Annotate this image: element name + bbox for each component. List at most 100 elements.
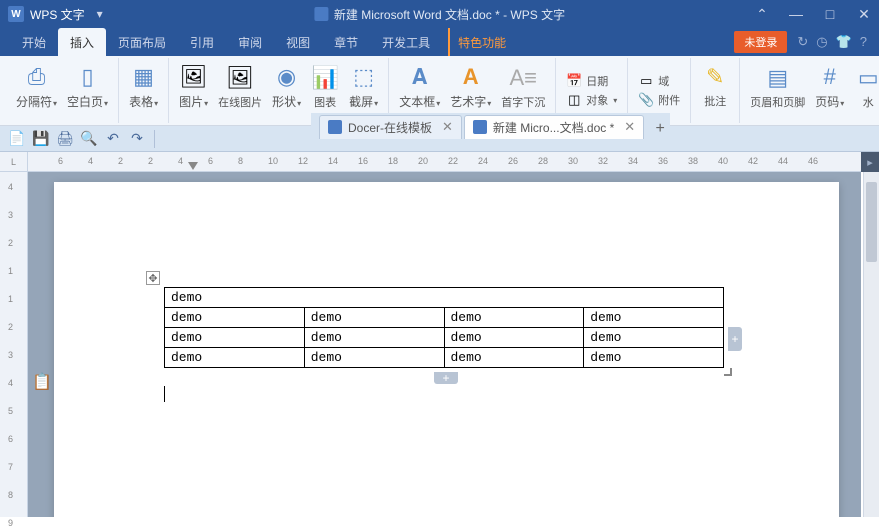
header-footer-button[interactable]: ▤页眉和页脚 bbox=[746, 62, 809, 112]
tab-close-icon[interactable]: ✕ bbox=[624, 119, 635, 135]
shirt-icon[interactable]: 👕 bbox=[836, 34, 852, 50]
table-cell[interactable]: demo bbox=[584, 308, 724, 328]
word-doc-icon bbox=[473, 120, 487, 134]
table-move-handle[interactable]: ✥ bbox=[146, 271, 160, 285]
ruler-tick: 8 bbox=[8, 490, 13, 500]
tab-document[interactable]: 新建 Micro...文档.doc * ✕ bbox=[464, 115, 644, 139]
menu-page-layout[interactable]: 页面布局 bbox=[106, 28, 178, 56]
menu-special-features[interactable]: 特色功能 bbox=[448, 28, 518, 56]
menu-chapter[interactable]: 章节 bbox=[322, 28, 370, 56]
ruler-tick: 4 bbox=[8, 182, 13, 192]
add-tab-button[interactable]: + bbox=[650, 119, 670, 139]
attachment-button[interactable]: 📎附件 bbox=[634, 91, 684, 109]
table-cell[interactable]: demo bbox=[444, 308, 584, 328]
table-cell[interactable]: demo bbox=[584, 328, 724, 348]
undo-icon[interactable]: ↶ bbox=[102, 129, 124, 149]
app-menu-dropdown[interactable]: ▾ bbox=[91, 7, 109, 21]
save-icon[interactable]: 💾 bbox=[30, 129, 52, 149]
ruler-tick: 7 bbox=[8, 462, 13, 472]
table-button[interactable]: ▦表格▾ bbox=[125, 61, 162, 112]
menu-view[interactable]: 视图 bbox=[274, 28, 322, 56]
menu-insert[interactable]: 插入 bbox=[58, 28, 106, 56]
table-cell[interactable]: demo bbox=[304, 328, 444, 348]
table-cell[interactable]: demo bbox=[444, 348, 584, 368]
menu-start[interactable]: 开始 bbox=[10, 28, 58, 56]
table-cell[interactable]: demo bbox=[165, 348, 305, 368]
table-resize-handle[interactable] bbox=[722, 366, 732, 376]
table-row[interactable]: demodemodemodemo bbox=[165, 348, 724, 368]
page-number-button[interactable]: #页码▾ bbox=[811, 61, 848, 112]
shape-button[interactable]: ◉形状▾ bbox=[268, 61, 305, 112]
document-page[interactable]: ✥ demodemodemodemodemodemodemodemodemode… bbox=[54, 182, 839, 517]
new-doc-icon[interactable]: 📄 bbox=[6, 129, 28, 149]
table-row[interactable]: demodemodemodemo bbox=[165, 328, 724, 348]
clock-icon[interactable]: ◷ bbox=[816, 34, 827, 50]
ruler-tick: 4 bbox=[178, 156, 183, 166]
add-row-button[interactable]: + bbox=[434, 372, 458, 384]
ruler-tick: 1 bbox=[8, 294, 13, 304]
sync-icon[interactable]: ↻ bbox=[797, 34, 808, 50]
object-button[interactable]: ◫对象▾ bbox=[562, 91, 621, 109]
screenshot-button[interactable]: ⬚截屏▾ bbox=[345, 61, 382, 112]
scroll-thumb[interactable] bbox=[866, 182, 877, 262]
caret-up-icon[interactable]: ⌃ bbox=[747, 0, 777, 28]
outline-icon[interactable]: 📋 bbox=[32, 372, 52, 392]
table-row[interactable]: demodemodemodemo bbox=[165, 308, 724, 328]
dropcap-button[interactable]: A≡首字下沉 bbox=[497, 62, 549, 112]
chart-button[interactable]: 📊图表 bbox=[307, 62, 343, 112]
side-panel-toggle[interactable]: ▸ bbox=[861, 152, 879, 172]
ruler-tick: 8 bbox=[238, 156, 243, 166]
table-cell[interactable]: demo bbox=[165, 328, 305, 348]
table-cell[interactable]: demo bbox=[165, 308, 305, 328]
ruler-tick: 36 bbox=[658, 156, 668, 166]
table-cell[interactable]: demo bbox=[165, 288, 724, 308]
vertical-ruler[interactable]: 4321123456789 bbox=[0, 172, 28, 517]
menu-dev-tools[interactable]: 开发工具 bbox=[370, 28, 442, 56]
indent-marker[interactable] bbox=[188, 162, 198, 170]
login-button[interactable]: 未登录 bbox=[734, 31, 787, 53]
field-button[interactable]: ▭域 bbox=[634, 72, 684, 90]
print-icon[interactable]: 🖨 bbox=[54, 129, 76, 149]
comment-button[interactable]: ✎批注 bbox=[697, 61, 733, 111]
ruler-tick: 1 bbox=[8, 266, 13, 276]
redo-icon[interactable]: ↷ bbox=[126, 129, 148, 149]
document-table[interactable]: demodemodemodemodemodemodemodemodemodemo… bbox=[164, 287, 724, 368]
table-cell[interactable]: demo bbox=[304, 348, 444, 368]
tab-doc-label: 新建 Micro...文档.doc * bbox=[493, 119, 614, 136]
print-preview-icon[interactable]: 🔍 bbox=[78, 129, 100, 149]
wordart-button[interactable]: A艺术字▾ bbox=[446, 61, 495, 112]
online-picture-button[interactable]: 🖼在线图片 bbox=[214, 62, 266, 112]
date-button[interactable]: 📅日期 bbox=[562, 72, 621, 90]
minimize-button[interactable]: — bbox=[781, 0, 811, 28]
blank-page-button[interactable]: ▯空白页▾ bbox=[63, 61, 112, 112]
separator-button[interactable]: ⎙分隔符▾ bbox=[12, 61, 61, 112]
tab-close-icon[interactable]: ✕ bbox=[442, 119, 453, 135]
ruler-tick: 26 bbox=[508, 156, 518, 166]
ruler-tick: 12 bbox=[298, 156, 308, 166]
picture-button[interactable]: 🖼图片▾ bbox=[175, 61, 212, 112]
vertical-scrollbar[interactable] bbox=[863, 172, 879, 517]
menu-review[interactable]: 审阅 bbox=[226, 28, 274, 56]
table-cell[interactable]: demo bbox=[584, 348, 724, 368]
tab-docer[interactable]: Docer-在线模板 ✕ bbox=[319, 115, 462, 139]
help-icon[interactable]: ? bbox=[860, 34, 867, 50]
table-cell[interactable]: demo bbox=[304, 308, 444, 328]
add-column-button[interactable]: + bbox=[728, 327, 742, 351]
watermark-button[interactable]: ▭水 bbox=[850, 62, 879, 112]
ruler-tick: 6 bbox=[208, 156, 213, 166]
document-viewport[interactable]: 📋 ✥ demodemodemodemodemodemodemodemodemo… bbox=[28, 172, 861, 517]
ruler-tick: 10 bbox=[268, 156, 278, 166]
menu-references[interactable]: 引用 bbox=[178, 28, 226, 56]
ruler-tick: 20 bbox=[418, 156, 428, 166]
ruler-tick: 30 bbox=[568, 156, 578, 166]
maximize-button[interactable]: □ bbox=[815, 0, 845, 28]
ruler-corner[interactable]: L bbox=[0, 152, 28, 172]
tab-docer-label: Docer-在线模板 bbox=[348, 119, 432, 136]
horizontal-ruler[interactable]: 6422468101214161820222426283032343638404… bbox=[28, 152, 879, 172]
textbox-button[interactable]: 𝐀文本框▾ bbox=[395, 61, 444, 112]
table-cell[interactable]: demo bbox=[444, 328, 584, 348]
table-row[interactable]: demo bbox=[165, 288, 724, 308]
close-button[interactable]: ✕ bbox=[849, 0, 879, 28]
ruler-tick: 4 bbox=[8, 378, 13, 388]
ruler-tick: 9 bbox=[8, 518, 13, 528]
